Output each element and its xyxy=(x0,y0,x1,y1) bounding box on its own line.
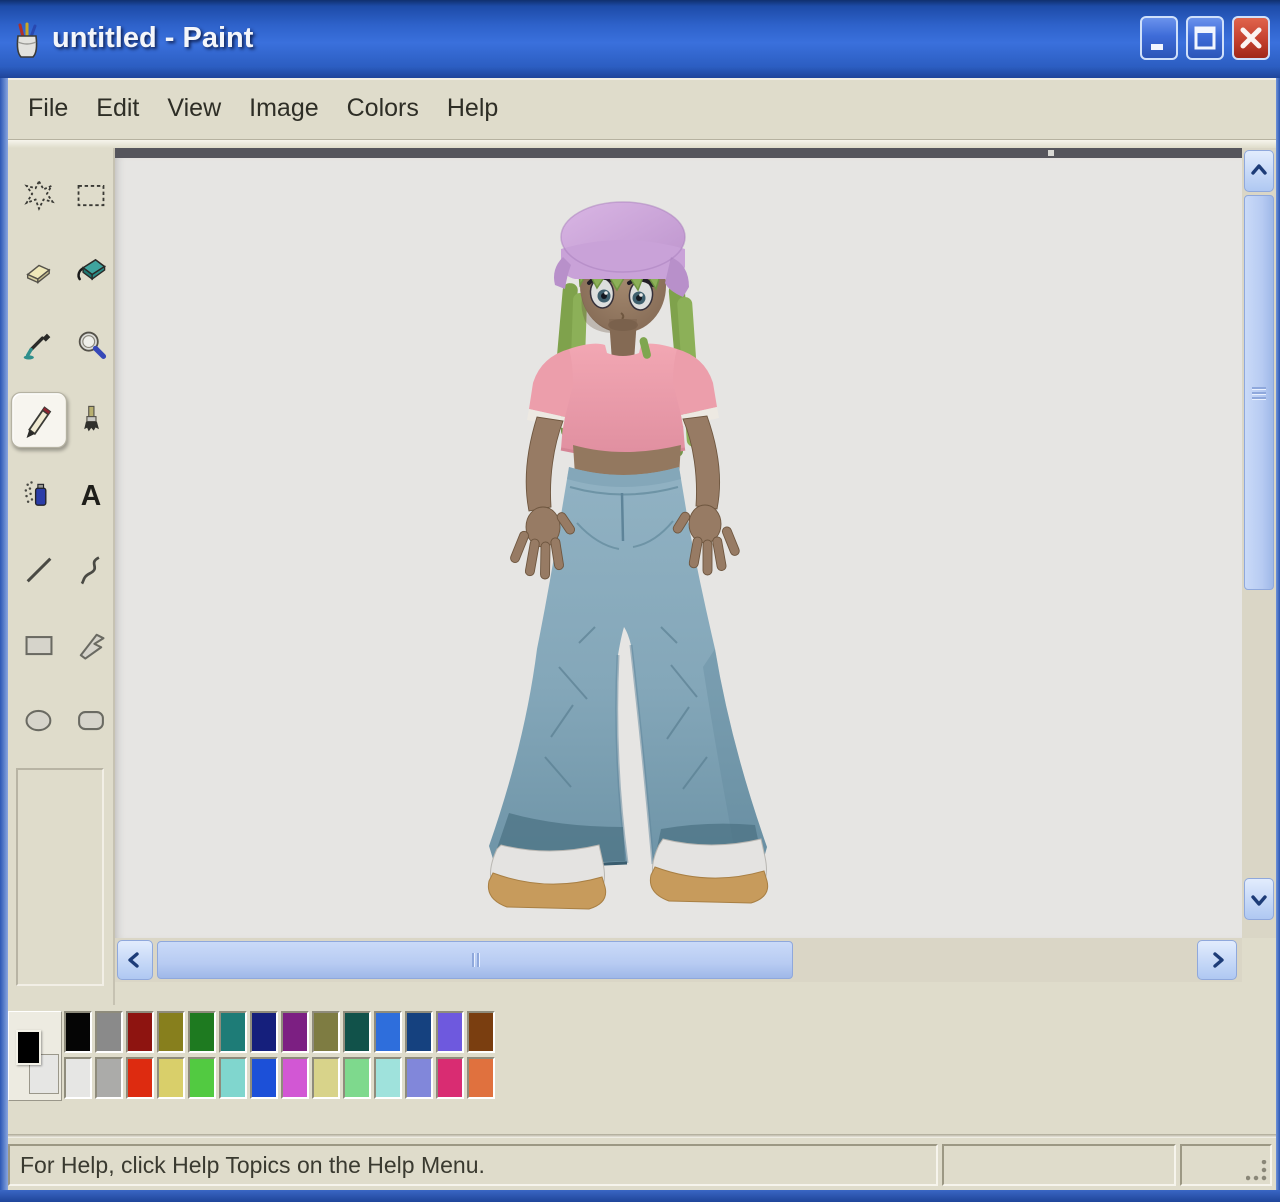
palette-swatch-r2c13[interactable] xyxy=(436,1057,464,1099)
vertical-scroll-thumb[interactable] xyxy=(1244,195,1274,590)
scroll-up-button[interactable] xyxy=(1244,150,1274,192)
scroll-left-button[interactable] xyxy=(117,940,153,980)
palette-swatch-r2c14[interactable] xyxy=(467,1057,495,1099)
menu-bar: File Edit View Image Colors Help xyxy=(8,78,1276,140)
tool-rounded-rectangle[interactable] xyxy=(68,697,114,743)
minimize-button[interactable] xyxy=(1140,16,1178,60)
status-bar: For Help, click Help Topics on the Help … xyxy=(8,1140,1276,1190)
scroll-right-button[interactable] xyxy=(1197,940,1237,980)
resize-grip[interactable] xyxy=(1246,1160,1268,1182)
current-colors-indicator[interactable] xyxy=(8,1011,62,1101)
tool-fill-with-color[interactable] xyxy=(68,247,114,293)
tool-pencil[interactable] xyxy=(11,392,67,448)
tool-airbrush[interactable] xyxy=(16,472,62,518)
palette-swatch-r1c7[interactable] xyxy=(250,1011,278,1053)
palette-swatch-r1c4[interactable] xyxy=(157,1011,185,1053)
palette-swatch-r2c6[interactable] xyxy=(219,1057,247,1099)
tool-brush[interactable] xyxy=(68,397,114,443)
tool-magnifier[interactable] xyxy=(68,322,114,368)
palette-swatch-r2c1[interactable] xyxy=(64,1057,92,1099)
window-border-bottom xyxy=(0,1190,1280,1202)
menu-help[interactable]: Help xyxy=(433,94,512,123)
menu-file[interactable]: File xyxy=(14,94,82,123)
tool-polygon[interactable] xyxy=(68,622,114,668)
drawing-canvas[interactable] xyxy=(115,158,1242,938)
horizontal-scroll-thumb[interactable] xyxy=(157,941,793,979)
tool-free-form-select[interactable] xyxy=(16,172,62,218)
character-drawing xyxy=(475,197,795,927)
palette-swatch-r1c5[interactable] xyxy=(188,1011,216,1053)
palette-swatch-r1c12[interactable] xyxy=(405,1011,433,1053)
palette-swatch-r1c10[interactable] xyxy=(343,1011,371,1053)
palette-swatch-r2c4[interactable] xyxy=(157,1057,185,1099)
window-controls xyxy=(1140,16,1270,60)
foreground-color-swatch[interactable] xyxy=(16,1030,41,1065)
palette-swatch-r2c7[interactable] xyxy=(250,1057,278,1099)
window-border-left xyxy=(0,78,8,1202)
palette-swatch-r2c3[interactable] xyxy=(126,1057,154,1099)
tool-select[interactable] xyxy=(68,172,114,218)
palette-swatch-r1c8[interactable] xyxy=(281,1011,309,1053)
scroll-down-button[interactable] xyxy=(1244,878,1274,920)
menu-edit[interactable]: Edit xyxy=(82,94,153,123)
palette-swatch-r1c6[interactable] xyxy=(219,1011,247,1053)
canvas-edge-notch xyxy=(1048,150,1054,156)
palette-swatch-r2c5[interactable] xyxy=(188,1057,216,1099)
tool-pick-color[interactable] xyxy=(16,322,62,368)
menu-divider xyxy=(8,140,1276,148)
palette-swatch-r2c9[interactable] xyxy=(312,1057,340,1099)
title-bar[interactable]: untitled - Paint xyxy=(0,0,1280,78)
palette-row-1 xyxy=(64,1011,495,1053)
palette-swatch-r2c12[interactable] xyxy=(405,1057,433,1099)
tool-text[interactable]: A xyxy=(68,472,114,518)
tool-rectangle[interactable] xyxy=(16,622,62,668)
color-palette xyxy=(8,1005,1276,1105)
palette-swatch-r2c8[interactable] xyxy=(281,1057,309,1099)
vertical-scrollbar[interactable] xyxy=(1242,148,1276,938)
status-size-panel xyxy=(1180,1144,1272,1186)
menu-image[interactable]: Image xyxy=(235,94,332,123)
tool-options-panel[interactable] xyxy=(16,768,104,986)
tool-box: A xyxy=(8,148,115,1005)
status-groove xyxy=(0,1134,1280,1138)
horizontal-scrollbar[interactable] xyxy=(115,938,1242,982)
tool-curve[interactable] xyxy=(68,547,114,593)
palette-row-2 xyxy=(64,1057,495,1099)
palette-swatch-r1c14[interactable] xyxy=(467,1011,495,1053)
palette-swatch-r1c1[interactable] xyxy=(64,1011,92,1053)
status-coords-panel xyxy=(942,1144,1176,1186)
close-button[interactable] xyxy=(1232,16,1270,60)
window-border-right xyxy=(1276,78,1280,1202)
palette-swatch-r2c2[interactable] xyxy=(95,1057,123,1099)
palette-swatch-r1c11[interactable] xyxy=(374,1011,402,1053)
palette-swatch-r1c2[interactable] xyxy=(95,1011,123,1053)
palette-swatch-r1c13[interactable] xyxy=(436,1011,464,1053)
tool-ellipse[interactable] xyxy=(16,697,62,743)
window-title: untitled - Paint xyxy=(52,22,253,55)
palette-swatch-r1c9[interactable] xyxy=(312,1011,340,1053)
status-help-text: For Help, click Help Topics on the Help … xyxy=(20,1152,485,1179)
tool-eraser[interactable] xyxy=(16,247,62,293)
canvas-area xyxy=(115,148,1242,938)
status-help-panel: For Help, click Help Topics on the Help … xyxy=(8,1144,938,1186)
palette-swatches xyxy=(64,1011,495,1099)
menu-view[interactable]: View xyxy=(153,94,235,123)
palette-swatch-r1c3[interactable] xyxy=(126,1011,154,1053)
paint-app-icon xyxy=(12,22,42,60)
maximize-button[interactable] xyxy=(1186,16,1224,60)
svg-text:A: A xyxy=(81,480,101,512)
tool-grid: A xyxy=(8,148,113,743)
tool-line[interactable] xyxy=(16,547,62,593)
palette-swatch-r2c11[interactable] xyxy=(374,1057,402,1099)
paint-window: untitled - Paint File Edit View Image Co… xyxy=(0,0,1280,1202)
menu-colors[interactable]: Colors xyxy=(333,94,433,123)
palette-swatch-r2c10[interactable] xyxy=(343,1057,371,1099)
